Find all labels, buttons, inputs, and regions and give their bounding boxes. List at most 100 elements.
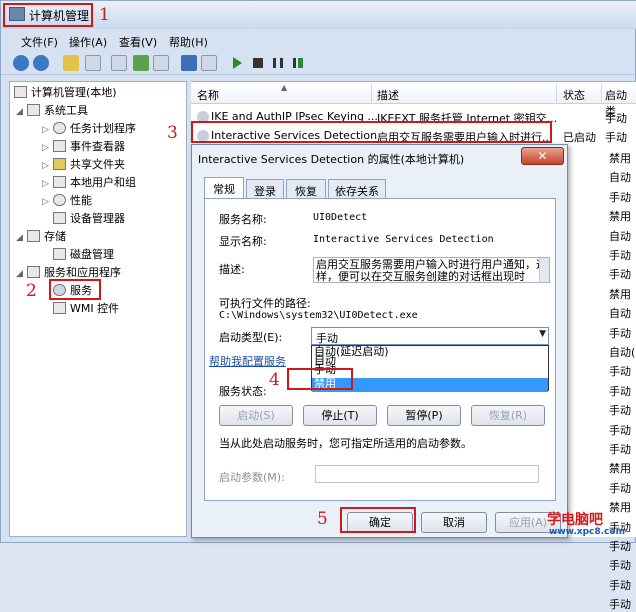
step4-number: 4 bbox=[269, 370, 280, 390]
close-icon: ✕ bbox=[537, 149, 548, 163]
tab-recovery[interactable]: 恢复 bbox=[286, 179, 326, 198]
tree-item-device-manager[interactable]: 设备管理器 bbox=[53, 210, 125, 228]
service-startup-type: 手动 bbox=[605, 112, 627, 125]
startup-params-input[interactable] bbox=[315, 465, 539, 483]
startup-type-cell: 手动 bbox=[609, 540, 631, 553]
column-description[interactable]: 描述 bbox=[377, 87, 399, 103]
column-status[interactable]: 状态 bbox=[563, 87, 585, 103]
start-button[interactable]: 启动(S) bbox=[219, 405, 293, 426]
startup-type-cell: 手动 bbox=[609, 365, 631, 379]
startup-type-cell: 手动 bbox=[609, 578, 631, 592]
description-scrollbar[interactable] bbox=[539, 258, 549, 282]
action-pane-icon[interactable] bbox=[201, 55, 217, 71]
tree-item-event-viewer[interactable]: ▷ 事件查看器 bbox=[42, 138, 125, 156]
startup-type-cell: 禁用 bbox=[609, 210, 631, 224]
properties-icon[interactable] bbox=[111, 55, 127, 71]
step4-highlight bbox=[287, 368, 353, 390]
play-icon[interactable] bbox=[233, 57, 242, 69]
pause-button[interactable]: 暂停(P) bbox=[387, 405, 461, 426]
tab-dependencies[interactable]: 依存关系 bbox=[328, 179, 386, 198]
startup-type-cell: 手动 bbox=[609, 481, 631, 495]
tools-icon bbox=[27, 104, 40, 116]
list-header: 名称 ▲ 描述 状态 启动类 bbox=[191, 82, 636, 118]
tree-item-system-tools[interactable]: ◢ 系统工具 bbox=[16, 102, 88, 120]
tree-item-storage[interactable]: ◢ 存储 bbox=[16, 228, 66, 246]
help-configure-link[interactable]: 帮助我配置服务 bbox=[209, 353, 286, 369]
tree-item-shared-folders[interactable]: ▷ 共享文件夹 bbox=[42, 156, 125, 174]
event-icon bbox=[53, 140, 66, 152]
up-folder-icon[interactable] bbox=[63, 55, 79, 71]
startup-type-cell: 禁用 bbox=[609, 501, 631, 515]
wmi-icon bbox=[53, 302, 66, 314]
startup-type-cell: 自动 bbox=[609, 171, 631, 185]
step5-highlight bbox=[340, 507, 416, 533]
show-tree-icon[interactable] bbox=[85, 55, 101, 71]
storage-icon bbox=[27, 230, 40, 242]
sort-arrow-icon: ▲ bbox=[281, 83, 288, 92]
startup-type-cell: 手动 bbox=[609, 384, 631, 398]
menu-bar: 文件(F) 操作(A) 查看(V) 帮助(H) bbox=[1, 31, 636, 51]
export-icon[interactable] bbox=[153, 55, 169, 71]
startup-type-cell: 手动 bbox=[609, 326, 631, 340]
clock-icon bbox=[53, 122, 66, 134]
column-name[interactable]: 名称 bbox=[197, 87, 219, 103]
startup-type-select[interactable]: 手动 ▼ bbox=[311, 327, 549, 345]
tree-item-wmi-control[interactable]: WMI 控件 bbox=[53, 300, 119, 318]
back-icon[interactable] bbox=[13, 55, 29, 71]
startup-type-cell: 手动 bbox=[609, 423, 631, 437]
service-name-label: 服务名称: bbox=[219, 213, 267, 226]
watermark-url: www.xpc8.com bbox=[549, 527, 625, 537]
resume-button[interactable]: 恢复(R) bbox=[471, 405, 545, 426]
tab-general[interactable]: 常规 bbox=[204, 177, 244, 199]
step2-number: 2 bbox=[26, 281, 37, 301]
tree-item-disk-management[interactable]: 磁盘管理 bbox=[53, 246, 114, 264]
tree-item-task-scheduler[interactable]: ▷ 任务计划程序 bbox=[42, 120, 136, 138]
path-label: 可执行文件的路径: bbox=[219, 297, 311, 310]
startup-params-hint: 当从此处启动服务时，您可指定所适用的启动参数。 bbox=[219, 437, 472, 450]
apps-icon bbox=[27, 266, 40, 278]
users-icon bbox=[53, 176, 66, 188]
stop-icon[interactable] bbox=[253, 58, 263, 68]
step3-highlight bbox=[191, 121, 552, 143]
refresh-icon[interactable] bbox=[133, 55, 149, 71]
startup-type-cell: 自动 bbox=[609, 229, 631, 243]
step1-highlight bbox=[3, 3, 93, 27]
description-label: 描述: bbox=[219, 263, 245, 276]
tree-item-local-users[interactable]: ▷ 本地用户和组 bbox=[42, 174, 136, 192]
restart-icon[interactable] bbox=[293, 58, 303, 68]
description-box[interactable]: 启用交互服务需要用户输入时进行用户通知，这样，便可以在交互服务创建的对话框出现时 bbox=[313, 257, 550, 283]
computer-management-window: 计算机管理 1 文件(F) 操作(A) 查看(V) 帮助(H) 计算机管理(本地… bbox=[0, 0, 636, 611]
step3-number: 3 bbox=[167, 123, 178, 143]
startup-type-cell: 禁用 bbox=[609, 462, 631, 476]
startup-type-cell: 手动 bbox=[609, 598, 631, 612]
help-icon[interactable] bbox=[181, 55, 197, 71]
close-button[interactable]: ✕ bbox=[521, 147, 564, 165]
service-status: 已启动 bbox=[563, 131, 596, 144]
startup-type-cell: 手动 bbox=[609, 443, 631, 456]
stop-button[interactable]: 停止(T) bbox=[303, 405, 377, 426]
disk-icon bbox=[53, 248, 66, 260]
computer-icon bbox=[14, 86, 27, 98]
startup-type-cell: 手动 bbox=[609, 268, 631, 282]
startup-type-cell: 禁用 bbox=[609, 287, 631, 301]
step1-number: 1 bbox=[99, 5, 110, 25]
startup-type-cell: 手动 bbox=[609, 559, 631, 573]
device-icon bbox=[53, 212, 66, 224]
menu-file[interactable]: 文件(F) bbox=[21, 34, 58, 50]
startup-type-cell: 自动 bbox=[609, 307, 631, 321]
chevron-down-icon: ▼ bbox=[539, 329, 546, 339]
tab-logon[interactable]: 登录 bbox=[246, 179, 284, 198]
forward-icon[interactable] bbox=[33, 55, 49, 71]
tree-item-performance[interactable]: ▷ 性能 bbox=[42, 192, 92, 210]
menu-view[interactable]: 查看(V) bbox=[119, 34, 157, 50]
pause-icon[interactable] bbox=[273, 58, 283, 68]
menu-action[interactable]: 操作(A) bbox=[69, 34, 107, 50]
general-tab-panel: 服务名称: UI0Detect 显示名称: Interactive Servic… bbox=[204, 198, 556, 501]
tree-item-computer-management[interactable]: 计算机管理(本地) bbox=[14, 84, 117, 102]
menu-help[interactable]: 帮助(H) bbox=[169, 34, 208, 50]
startup-type-cell: 手动 bbox=[609, 190, 631, 204]
cancel-button[interactable]: 取消 bbox=[421, 512, 487, 533]
startup-type-cell: 自动( bbox=[609, 346, 636, 359]
service-properties-dialog: Interactive Services Detection 的属性(本地计算机… bbox=[191, 144, 568, 538]
performance-icon bbox=[53, 194, 66, 206]
